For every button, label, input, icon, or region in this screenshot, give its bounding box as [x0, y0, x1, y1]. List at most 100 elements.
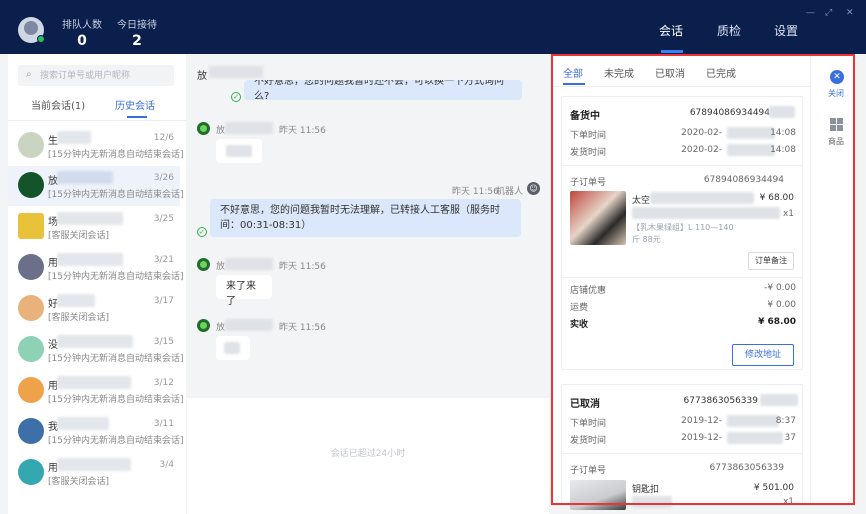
list-item[interactable]: 用 3/4 [客服关闭会话] — [8, 453, 180, 493]
tab-orders-incomplete[interactable]: 未完成 — [604, 65, 634, 80]
conversation-date: 3/25 — [153, 214, 174, 224]
tabs-divider — [8, 120, 186, 121]
name-redaction — [225, 319, 273, 331]
message-time: 昨天 11:56 — [452, 187, 499, 197]
order-number: 67894086934494 — [689, 108, 770, 118]
list-item[interactable]: 放 3/26 [15分钟内无新消息自动结束会话] — [8, 166, 184, 206]
paid-value: ¥ 68.00 — [758, 317, 796, 327]
message-redaction — [224, 342, 240, 354]
ship-date: 2020-02- — [681, 145, 722, 155]
search-input[interactable] — [40, 65, 170, 86]
nav-settings[interactable]: 设置 — [774, 22, 798, 39]
freight-label: 运费 — [570, 303, 589, 313]
name-redaction — [57, 335, 133, 348]
list-item[interactable]: 生 12/6 [15分钟内无新消息自动结束会话] — [8, 126, 184, 166]
conversation-preview: [15分钟内无新消息自动结束会话] — [48, 272, 184, 282]
tab-current-sessions[interactable]: 当前会话(1) — [31, 97, 85, 112]
agent-message-text: 不好意思，您的问题我暂时还不会，可以换一下方式询问么? — [254, 80, 504, 100]
read-check-icon: ✓ — [197, 227, 207, 237]
list-item[interactable]: 好 3/17 [客服关闭会话] — [8, 289, 180, 329]
close-label[interactable]: 关闭 — [828, 88, 844, 99]
ship-date: 2019-12- — [681, 433, 722, 443]
conversation-preview: [客服关闭会话] — [48, 231, 110, 241]
nav-chat[interactable]: 会话 — [659, 22, 683, 39]
divider — [562, 453, 802, 454]
order-status: 备货中 — [570, 111, 600, 122]
sub-order-label: 子订单号 — [570, 466, 607, 476]
list-item[interactable]: 没 3/15 [15分钟内无新消息自动结束会话] — [8, 330, 184, 370]
discount-value: -¥ 0.00 — [764, 283, 796, 293]
today-label: 今日接待 — [117, 20, 157, 31]
queue-stat: 排队人数 0 — [62, 16, 102, 49]
user-avatar — [197, 122, 210, 135]
list-item[interactable]: 我 3/11 [15分钟内无新消息自动结束会话] — [8, 412, 183, 452]
sub-order-number: 67894086934494 — [703, 175, 784, 185]
product-price: ¥ 68.00 — [759, 193, 794, 203]
user-message-bubble — [216, 139, 262, 163]
top-bar: 排队人数 0 今日接待 2 会话 质检 设置 — ⤢ ✕ — [0, 0, 866, 54]
sub-order-number: 6773863056339 — [709, 463, 784, 473]
user-message-bubble — [216, 336, 250, 360]
minimize-icon[interactable]: — — [806, 8, 815, 18]
tab-orders-all[interactable]: 全部 — [563, 65, 583, 80]
goods-label[interactable]: 商品 — [828, 136, 844, 147]
tab-orders-completed[interactable]: 已完成 — [706, 65, 736, 80]
list-item[interactable]: 场 3/25 [客服关闭会话] — [8, 207, 180, 247]
name-redaction — [225, 258, 273, 270]
tabs-divider — [552, 86, 810, 87]
list-item[interactable]: 用 3/12 [15分钟内无新消息自动结束会话] — [8, 371, 183, 411]
product-name: 钥匙扣 — [632, 485, 660, 495]
tab-orders-cancelled[interactable]: 已取消 — [655, 65, 685, 80]
conversation-date: 3/17 — [153, 296, 174, 306]
placed-date: 2019-12- — [681, 416, 722, 426]
divider — [562, 165, 802, 166]
nav-quality[interactable]: 质检 — [717, 22, 741, 39]
goods-icon[interactable] — [830, 118, 843, 131]
queue-count: 0 — [77, 33, 87, 49]
conversation-date: 12/6 — [153, 133, 174, 143]
product-price: ¥ 501.00 — [753, 483, 794, 493]
product-name: 太空 — [632, 196, 651, 206]
message-time: 昨天 11:56 — [279, 262, 326, 272]
ship-time: 37 — [784, 433, 796, 443]
list-item[interactable]: 用 3/21 [15分钟内无新消息自动结束会话] — [8, 248, 184, 288]
user-name: 放 — [216, 262, 226, 272]
agent-message-text: 不好意思，您的问题我暂时无法理解，已转接人工客服（服务时间：00:31-08:3… — [220, 205, 500, 231]
tab-active-indicator — [563, 83, 585, 85]
maximize-icon[interactable]: ⤢ — [825, 8, 832, 18]
product-image[interactable] — [570, 480, 626, 510]
placed-time-label: 下单时间 — [570, 419, 607, 429]
name-redaction — [57, 212, 123, 225]
conversation-preview: [15分钟内无新消息自动结束会话] — [48, 354, 184, 364]
placed-time-label: 下单时间 — [570, 131, 607, 141]
conversation-preview: [15分钟内无新消息自动结束会话] — [48, 150, 184, 160]
date-redaction — [727, 432, 783, 444]
product-image[interactable] — [570, 191, 626, 245]
order-note-button[interactable]: 订单备注 — [748, 252, 794, 270]
chat-input-area: 会话已超过24小时 — [187, 398, 549, 514]
tab-history-sessions[interactable]: 历史会话 — [115, 97, 155, 112]
order-number: 6773863056339 — [683, 396, 758, 406]
avatar — [18, 295, 44, 321]
sub-order-label: 子订单号 — [570, 178, 607, 188]
close-window-icon[interactable]: ✕ — [846, 8, 854, 18]
message-time: 昨天 11:56 — [279, 126, 326, 136]
name-redaction — [209, 66, 263, 78]
side-rail: ✕ 关闭 商品 — [810, 54, 854, 504]
robot-icon: ☺ — [527, 182, 540, 195]
queue-label: 排队人数 — [62, 20, 102, 31]
tab-active-indicator — [127, 116, 147, 118]
user-name: 放 — [216, 323, 226, 333]
placed-time: 8:37 — [775, 416, 796, 426]
close-icon[interactable]: ✕ — [830, 70, 844, 84]
product-name-redaction — [650, 192, 754, 204]
search-box: ⌕ — [18, 65, 174, 86]
name-redaction — [225, 122, 273, 134]
name-redaction — [57, 131, 91, 144]
conversation-preview: [15分钟内无新消息自动结束会话] — [48, 190, 184, 200]
today-count: 2 — [132, 33, 142, 49]
message-redaction — [226, 145, 252, 157]
order-status: 已取消 — [570, 399, 600, 410]
edit-address-button[interactable]: 修改地址 — [732, 344, 794, 366]
app-window: 排队人数 0 今日接待 2 会话 质检 设置 — ⤢ ✕ ⌕ 当前会话(1) 历… — [0, 0, 866, 514]
